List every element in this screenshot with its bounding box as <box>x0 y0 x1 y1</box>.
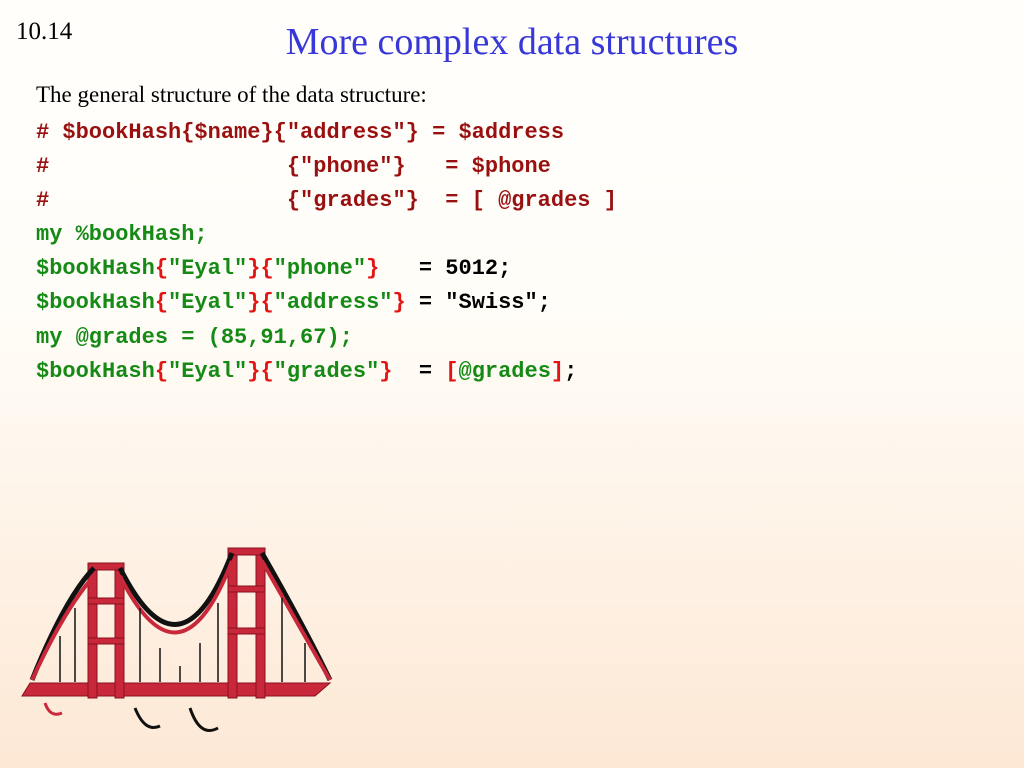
code-l5-var: $bookHash <box>36 256 155 281</box>
code-l6-key1: "Eyal" <box>168 290 247 315</box>
code-l6-var: $bookHash <box>36 290 155 315</box>
comment-line-3: # {"grades"} = [ @grades ] <box>36 188 617 213</box>
code-l6-brace3: } <box>392 290 405 315</box>
code-l8-key1: "Eyal" <box>168 359 247 384</box>
code-l8-brace3: } <box>379 359 392 384</box>
code-l6-key2: "address" <box>274 290 393 315</box>
code-l8-lbracket: [ <box>445 359 458 384</box>
code-l5-brace2: }{ <box>247 256 273 281</box>
slide-title: More complex data structures <box>0 0 1024 64</box>
code-l6-brace2: }{ <box>247 290 273 315</box>
code-l8-arr: @grades <box>459 359 551 384</box>
code-l5-brace1: { <box>155 256 168 281</box>
code-line-4: my %bookHash; <box>36 222 208 247</box>
code-l8-eq: = <box>392 359 445 384</box>
code-line-7: my @grades = (85,91,67); <box>36 325 353 350</box>
code-l8-key2: "grades" <box>274 359 380 384</box>
code-l5-key1: "Eyal" <box>168 256 247 281</box>
bridge-icon <box>20 508 340 748</box>
code-block: # $bookHash{$name}{"address"} = $address… <box>36 116 988 389</box>
code-l8-brace1: { <box>155 359 168 384</box>
intro-text: The general structure of the data struct… <box>36 82 988 108</box>
comment-line-1: # $bookHash{$name}{"address"} = $address <box>36 120 564 145</box>
code-l6-assign: = "Swiss"; <box>406 290 551 315</box>
code-l5-assign: = 5012; <box>379 256 511 281</box>
comment-line-2: # {"phone"} = $phone <box>36 154 551 179</box>
code-l8-semi: ; <box>564 359 577 384</box>
code-l5-brace3: } <box>366 256 379 281</box>
code-l5-key2: "phone" <box>274 256 366 281</box>
code-l8-brace2: }{ <box>247 359 273 384</box>
slide-number: 10.14 <box>16 18 72 46</box>
code-l8-rbracket: ] <box>551 359 564 384</box>
code-l8-var: $bookHash <box>36 359 155 384</box>
code-l6-brace1: { <box>155 290 168 315</box>
content-area: The general structure of the data struct… <box>0 64 1024 389</box>
